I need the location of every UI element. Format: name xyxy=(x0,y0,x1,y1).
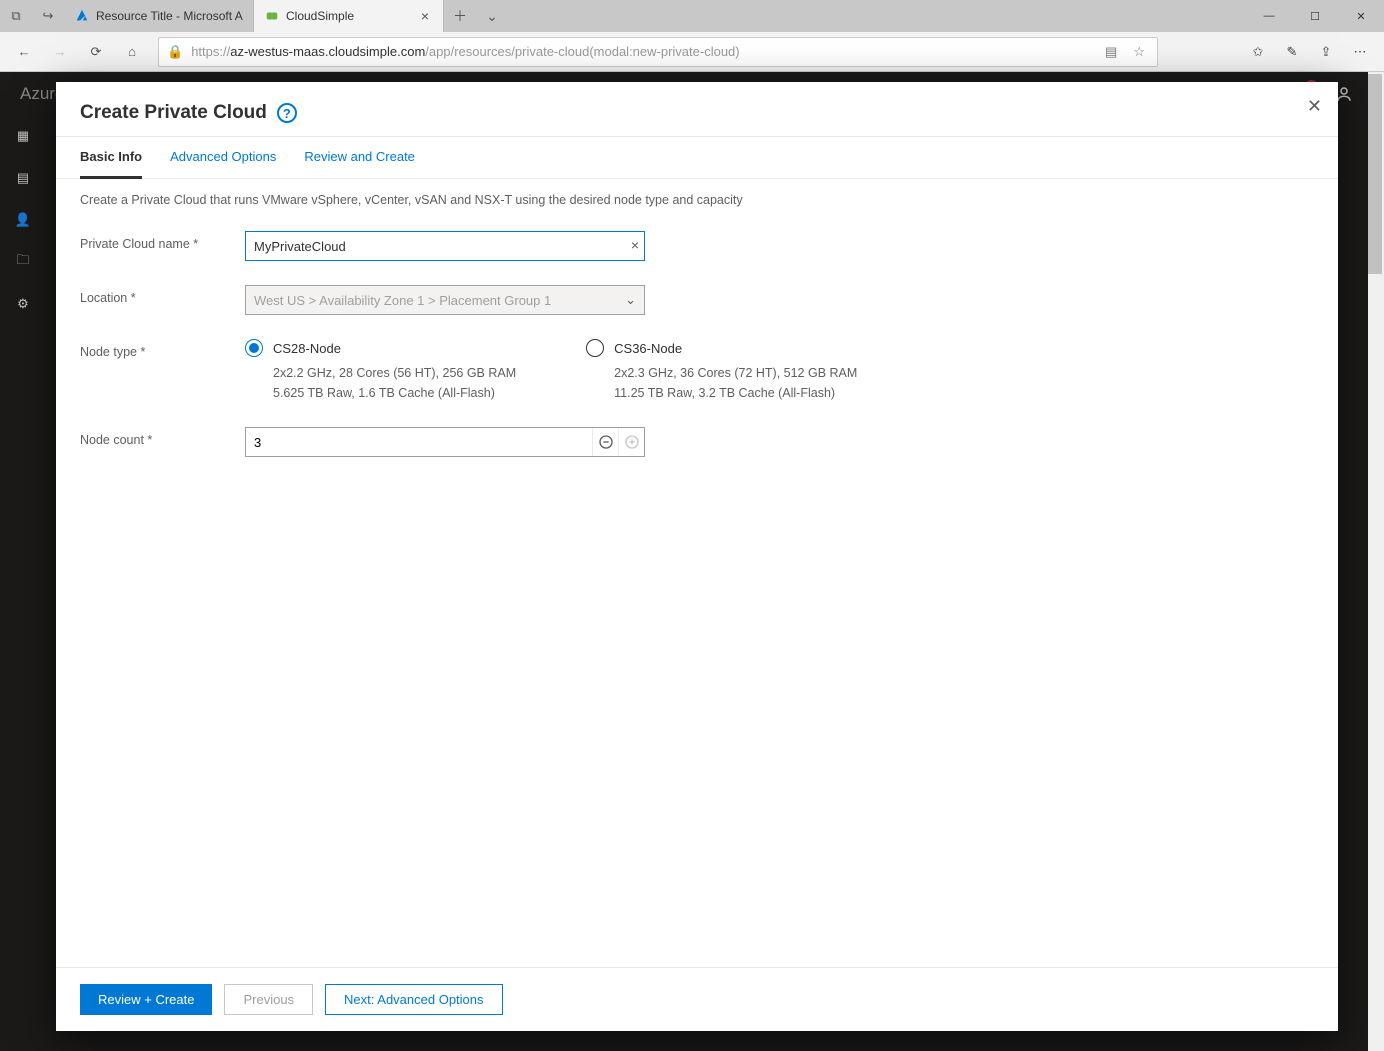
tab-basic-info[interactable]: Basic Info xyxy=(80,137,142,179)
browser-address-bar: ← → ⟳ ⌂ 🔒 https://az-westus-maas.cloudsi… xyxy=(0,32,1384,72)
tab-title: Resource Title - Microsoft A xyxy=(96,9,243,23)
previous-button: Previous xyxy=(224,984,313,1015)
lock-icon: 🔒 xyxy=(167,44,183,60)
tab-advanced-options[interactable]: Advanced Options xyxy=(170,137,276,178)
rail-user-icon[interactable]: 👤 xyxy=(11,208,35,232)
modal-help-icon[interactable]: ? xyxy=(277,103,297,123)
rail-grid-icon[interactable]: ▤ xyxy=(11,166,35,190)
node-count-stepper xyxy=(245,427,645,457)
modal-footer: Review + Create Previous Next: Advanced … xyxy=(56,967,1338,1031)
nodetype-spec-line: 11.25 TB Raw, 3.2 TB Cache (All-Flash) xyxy=(614,383,857,403)
private-cloud-name-input[interactable] xyxy=(245,231,645,261)
radio-icon[interactable] xyxy=(586,339,604,357)
location-value: West US > Availability Zone 1 > Placemen… xyxy=(254,293,551,308)
notes-icon[interactable]: ✎ xyxy=(1276,36,1308,68)
nodetype-spec-line: 2x2.3 GHz, 36 Cores (72 HT), 512 GB RAM xyxy=(614,363,857,383)
radio-label: CS36-Node xyxy=(614,341,682,356)
nodetype-spec-line: 5.625 TB Raw, 1.6 TB Cache (All-Flash) xyxy=(273,383,516,403)
location-select[interactable]: West US > Availability Zone 1 > Placemen… xyxy=(245,285,645,315)
location-label: Location * xyxy=(80,285,245,305)
create-private-cloud-modal: Create Private Cloud ? ✕ Basic Info Adva… xyxy=(56,82,1338,1031)
window-icon-1[interactable]: ⧉ xyxy=(0,8,32,24)
nodecount-label: Node count * xyxy=(80,427,245,447)
rail-folder-icon[interactable]: 🗀 xyxy=(11,250,35,274)
tab-review-create[interactable]: Review and Create xyxy=(304,137,415,178)
nodetype-option-cs36[interactable]: CS36-Node 2x2.3 GHz, 36 Cores (72 HT), 5… xyxy=(586,339,857,403)
share-icon[interactable]: ⇪ xyxy=(1310,36,1342,68)
nav-refresh-button[interactable]: ⟳ xyxy=(80,36,112,68)
window-maximize-button[interactable]: ☐ xyxy=(1292,0,1338,32)
stepper-decrement-button[interactable] xyxy=(592,428,618,456)
node-count-input[interactable] xyxy=(246,428,592,456)
window-minimize-button[interactable]: — xyxy=(1246,0,1292,32)
bookmark-star-icon[interactable]: ☆ xyxy=(1129,44,1149,60)
url-text: https://az-westus-maas.cloudsimple.com/a… xyxy=(191,44,1093,59)
modal-description: Create a Private Cloud that runs VMware … xyxy=(80,193,1314,207)
browser-tab-active[interactable]: CloudSimple × xyxy=(254,0,444,32)
radio-label: CS28-Node xyxy=(273,341,341,356)
stepper-increment-button[interactable] xyxy=(618,428,644,456)
window-close-button[interactable]: ✕ xyxy=(1338,0,1384,32)
rail-dashboard-icon[interactable]: ▦ xyxy=(11,124,35,148)
left-nav-rail: ▦ ▤ 👤 🗀 ⚙ xyxy=(0,116,46,1051)
radio-icon[interactable] xyxy=(245,339,263,357)
new-tab-button[interactable]: ＋ xyxy=(444,6,476,26)
window-icon-2[interactable]: ↪ xyxy=(32,8,64,24)
modal-tab-bar: Basic Info Advanced Options Review and C… xyxy=(56,137,1338,179)
nav-forward-button: → xyxy=(44,36,76,68)
nodetype-spec-line: 2x2.2 GHz, 28 Cores (56 HT), 256 GB RAM xyxy=(273,363,516,383)
more-icon[interactable]: ⋯ xyxy=(1344,36,1376,68)
reader-mode-icon[interactable]: ▤ xyxy=(1101,44,1121,60)
next-advanced-button[interactable]: Next: Advanced Options xyxy=(325,984,502,1015)
chevron-down-icon: ⌄ xyxy=(625,292,636,308)
modal-title: Create Private Cloud xyxy=(80,102,267,124)
modal-close-button[interactable]: ✕ xyxy=(1307,96,1322,117)
browser-tab-inactive[interactable]: Resource Title - Microsoft A xyxy=(64,0,254,32)
rail-settings-icon[interactable]: ⚙ xyxy=(11,292,35,316)
tab-close-icon[interactable]: × xyxy=(417,8,433,24)
azure-favicon-icon xyxy=(74,8,90,24)
input-clear-icon[interactable]: × xyxy=(631,237,639,253)
tab-title: CloudSimple xyxy=(286,9,411,23)
page-scrollbar[interactable] xyxy=(1368,72,1384,1051)
nodetype-option-cs28[interactable]: CS28-Node 2x2.2 GHz, 28 Cores (56 HT), 2… xyxy=(245,339,516,403)
review-create-button[interactable]: Review + Create xyxy=(80,984,212,1015)
favorites-icon[interactable]: ✩ xyxy=(1242,36,1274,68)
nodetype-label: Node type * xyxy=(80,339,245,359)
url-input[interactable]: 🔒 https://az-westus-maas.cloudsimple.com… xyxy=(158,37,1158,67)
nav-back-button[interactable]: ← xyxy=(8,36,40,68)
name-label: Private Cloud name * xyxy=(80,231,245,251)
cloudsimple-favicon-icon xyxy=(264,8,280,24)
scrollbar-thumb[interactable] xyxy=(1368,74,1382,274)
browser-titlebar: ⧉ ↪ Resource Title - Microsoft A CloudSi… xyxy=(0,0,1384,32)
tab-menu-button[interactable]: ⌄ xyxy=(476,8,508,25)
app-background: Azure VMware Solutions by CloudSimple 1 … xyxy=(0,72,1384,1051)
nav-home-button[interactable]: ⌂ xyxy=(116,36,148,68)
